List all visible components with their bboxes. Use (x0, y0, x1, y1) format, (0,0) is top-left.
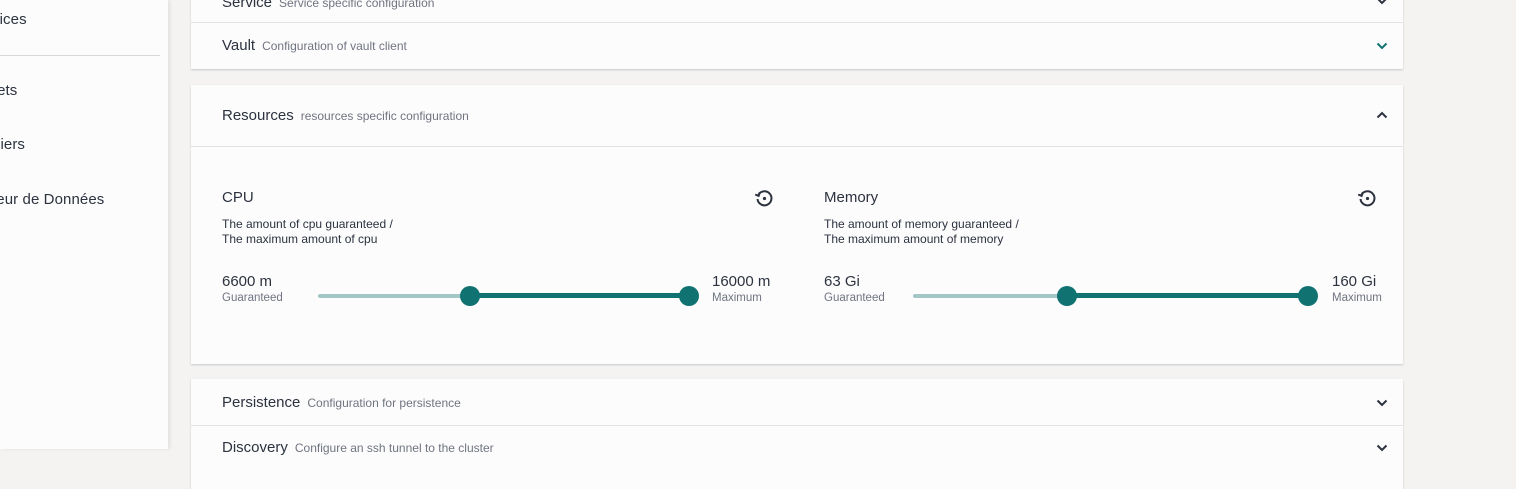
service-header[interactable]: Service Service specific configuration (222, 0, 434, 12)
cpu-description-line2: The maximum amount of cpu (222, 232, 378, 246)
sidebar-item-label: vices (0, 11, 27, 28)
memory-maximum-label: Maximum (1332, 292, 1382, 304)
service-chevron-down-icon[interactable] (1375, 0, 1389, 8)
panel-divider (191, 425, 1403, 426)
cpu-maximum-thumb[interactable] (679, 286, 699, 306)
memory-guaranteed: 63 Gi Guaranteed (824, 273, 885, 304)
cpu-title: CPU (222, 189, 254, 206)
cpu-slider-track (470, 293, 689, 298)
resources-panel: Resources resources specific configuratio… (191, 85, 1403, 364)
cpu-guaranteed-label: Guaranteed (222, 292, 283, 304)
memory-guaranteed-thumb[interactable] (1057, 286, 1078, 306)
memory-description-line2: The maximum amount of memory (824, 232, 1004, 246)
cpu-guaranteed-thumb[interactable] (460, 286, 481, 306)
cpu-maximum-value: 16000 m (712, 273, 771, 290)
memory-maximum-thumb[interactable] (1298, 286, 1318, 306)
vault-subtitle: Configuration of vault client (262, 39, 407, 53)
discovery-subtitle: Configure an ssh tunnel to the cluster (294, 441, 494, 455)
cpu-guaranteed-value: 6600 m (222, 273, 273, 290)
memory-guaranteed-value: 63 Gi (824, 273, 860, 290)
sidebar-item-services[interactable]: vices (0, 11, 27, 28)
memory-maximum: 160 Gi Maximum (1332, 273, 1382, 304)
cpu-maximum: 16000 m Maximum (712, 273, 770, 304)
persistence-chevron-down-icon[interactable] (1375, 396, 1389, 410)
memory-description-line1: The amount of memory guaranteed / (824, 217, 1019, 231)
service-title: Service (222, 0, 273, 11)
service-subtitle: Service specific configuration (279, 0, 435, 10)
sidebar-item-label: rets (0, 82, 18, 99)
memory-reset-icon[interactable] (1356, 187, 1378, 209)
discovery-title: Discovery (222, 439, 288, 456)
service-vault-panel: Service Service specific configuration Va… (191, 0, 1403, 69)
sidebar-item-label: niers (0, 136, 26, 153)
vault-header[interactable]: Vault Configuration of vault client (222, 37, 407, 55)
resources-title: Resources (222, 107, 294, 124)
persistence-title: Persistence (222, 394, 301, 411)
memory-maximum-value: 160 Gi (1332, 273, 1377, 290)
memory-range-slider[interactable] (913, 286, 1318, 306)
discovery-chevron-down-icon[interactable] (1375, 441, 1389, 455)
discovery-header[interactable]: Discovery Configure an ssh tunnel to the … (222, 439, 494, 457)
resources-chevron-up-icon[interactable] (1375, 108, 1389, 122)
memory-guaranteed-label: Guaranteed (824, 292, 885, 304)
memory-title: Memory (824, 189, 879, 206)
resources-divider (191, 146, 1403, 147)
sidebar-item-secrets[interactable]: rets (0, 82, 17, 99)
sidebar-divider (0, 55, 160, 56)
persistence-header[interactable]: Persistence Configuration for persistence (222, 394, 461, 412)
memory-description: The amount of memory guaranteed / The ma… (824, 217, 1019, 247)
cpu-maximum-label: Maximum (712, 292, 762, 304)
cpu-description-line1: The amount of cpu guaranteed / (222, 217, 393, 231)
panel-divider (191, 22, 1403, 23)
sidebar-item-files[interactable]: niers (0, 136, 25, 153)
persistence-discovery-panel: Persistence Configuration for persistence… (191, 379, 1403, 489)
sidebar-item-data-explorer[interactable]: teur de Données (0, 191, 104, 208)
sidebar-item-label: teur de Données (0, 191, 105, 208)
cpu-guaranteed: 6600 m Guaranteed (222, 273, 283, 304)
resources-header[interactable]: Resources resources specific configuratio… (222, 107, 469, 125)
vault-chevron-down-icon[interactable] (1375, 39, 1389, 53)
cpu-description: The amount of cpu guaranteed / The maxim… (222, 217, 393, 247)
sidebar: vices rets niers teur de Données (0, 0, 168, 449)
persistence-subtitle: Configuration for persistence (307, 396, 461, 410)
cpu-reset-icon[interactable] (753, 187, 775, 209)
vault-title: Vault (222, 37, 256, 54)
cpu-range-slider[interactable] (318, 286, 699, 306)
resources-subtitle: resources specific configuration (300, 109, 469, 123)
memory-slider-track (1067, 293, 1308, 298)
